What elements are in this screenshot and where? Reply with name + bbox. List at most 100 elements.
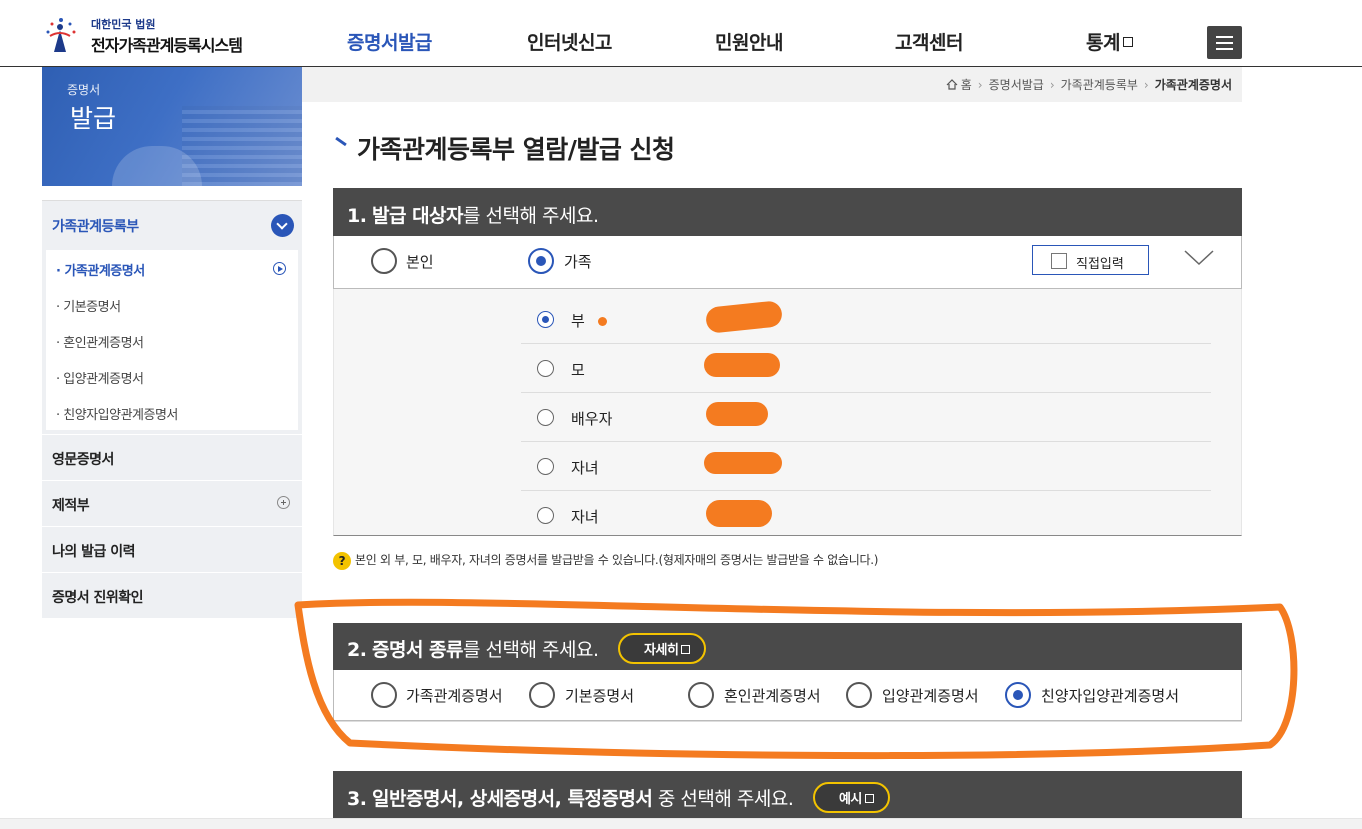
sidebar-nav: 가족관계등록부 · 가족관계증명서 · 기본증명서 · 혼인관계증명서 · 입양… xyxy=(42,200,302,618)
family-label: 배우자 xyxy=(571,410,613,428)
sidebar-item-basic-cert[interactable]: · 기본증명서 xyxy=(46,286,298,322)
radio-family-label: 가족 xyxy=(564,253,592,271)
sidebar-item-label: 증명서 진위확인 xyxy=(52,590,144,606)
family-row[interactable]: 자녀 xyxy=(521,442,1211,491)
breadcrumb-bar: 홈 › 증명서발급 › 가족관계등록부 › 가족관계증명서 xyxy=(302,67,1242,102)
sidebar-item-label: 영문증명서 xyxy=(52,452,114,468)
section3-number: 3. xyxy=(347,788,367,810)
chevron-down-icon[interactable] xyxy=(1184,250,1214,266)
breadcrumb-item[interactable]: 증명서발급 xyxy=(989,78,1044,92)
home-icon xyxy=(946,79,958,90)
logo-title: 전자가족관계등록시스템 xyxy=(91,36,243,55)
section2-rest: 를 선택해 주세요. xyxy=(463,639,599,661)
section1-number: 1. xyxy=(347,205,367,227)
external-link-icon xyxy=(681,645,691,654)
plus-circle-icon[interactable] xyxy=(277,496,290,509)
sidebar-item-label: · 입양관계증명서 xyxy=(56,372,144,387)
nav-internet-report[interactable]: 인터넷신고 xyxy=(527,28,612,55)
radio-self-label: 본인 xyxy=(406,253,434,271)
family-row[interactable]: 자녀 xyxy=(521,491,1211,540)
redaction-mark xyxy=(706,500,772,527)
radio-family-relation-cert[interactable] xyxy=(371,682,397,708)
breadcrumb-home[interactable]: 홈 xyxy=(961,78,972,92)
external-link-icon xyxy=(1122,36,1133,47)
sidebar-item-label: · 친양자입양관계증명서 xyxy=(56,408,178,423)
direct-input-checkbox[interactable] xyxy=(1051,253,1067,269)
radio-child-2[interactable] xyxy=(537,507,554,524)
sidebar-item-label: · 가족관계증명서 xyxy=(56,264,145,279)
section1-header: 1. 발급 대상자를 선택해 주세요. xyxy=(333,188,1242,236)
radio-full-adoption-cert[interactable] xyxy=(1005,682,1031,708)
radio-marriage-cert[interactable] xyxy=(688,682,714,708)
radio-spouse[interactable] xyxy=(537,409,554,426)
detail-button-label: 자세히 xyxy=(644,643,679,658)
example-button-label: 예시 xyxy=(838,792,862,807)
page-title: 가족관계등록부 열람/발급 신청 xyxy=(357,135,675,164)
direct-input-button[interactable]: 직접입력 xyxy=(1032,245,1149,275)
chevron-down-icon[interactable] xyxy=(271,214,294,237)
cert-option-label: 입양관계증명서 xyxy=(882,687,979,705)
banner-big-text: 발급 xyxy=(70,104,117,133)
sidebar-item-family-relation-cert[interactable]: · 가족관계증명서 xyxy=(46,250,298,286)
redaction-mark xyxy=(704,452,782,474)
hamburger-menu-button[interactable] xyxy=(1207,26,1242,59)
help-text: 본인 외 부, 모, 배우자, 자녀의 증명서를 발급받을 수 있습니다.(형제… xyxy=(355,553,879,567)
example-button[interactable]: 예시 xyxy=(812,782,890,813)
breadcrumb-current: 가족관계증명서 xyxy=(1154,78,1232,92)
radio-father[interactable] xyxy=(537,311,554,328)
redaction-mark xyxy=(706,402,768,426)
cert-option-label: 친양자입양관계증명서 xyxy=(1041,687,1180,705)
sidebar-item-label: 나의 발급 이력 xyxy=(52,544,136,560)
redaction-mark xyxy=(598,317,607,326)
direct-input-label: 직접입력 xyxy=(1076,257,1124,272)
radio-mother[interactable] xyxy=(537,360,554,377)
sidebar-item-verify-cert[interactable]: 증명서 진위확인 xyxy=(42,572,302,618)
radio-basic-cert[interactable] xyxy=(529,682,555,708)
breadcrumb-separator: › xyxy=(1143,78,1149,92)
external-link-icon xyxy=(864,794,874,803)
breadcrumb-item[interactable]: 가족관계등록부 xyxy=(1061,78,1138,92)
cert-option-label: 기본증명서 xyxy=(565,687,635,705)
family-row[interactable]: 부 xyxy=(521,295,1211,344)
sidebar-item-adoption-cert[interactable]: · 입양관계증명서 xyxy=(46,358,298,394)
sidebar-item-marriage-cert[interactable]: · 혼인관계증명서 xyxy=(46,322,298,358)
section1-rest: 를 선택해 주세요. xyxy=(463,205,599,227)
family-label: 부 xyxy=(571,312,585,330)
section2-header: 2. 증명서 종류를 선택해 주세요. 자세히 xyxy=(333,623,1242,670)
sidebar-item-english-cert[interactable]: 영문증명서 xyxy=(42,434,302,480)
family-row[interactable]: 배우자 xyxy=(521,393,1211,442)
title-accent-mark xyxy=(335,136,347,147)
section2-number: 2. xyxy=(347,639,367,661)
sidebar-item-issue-history[interactable]: 나의 발급 이력 xyxy=(42,526,302,572)
hamburger-line xyxy=(1216,42,1233,44)
nav-civil-guide[interactable]: 민원안내 xyxy=(715,28,783,55)
family-label: 자녀 xyxy=(571,508,599,526)
nav-statistics[interactable]: 통계 xyxy=(1086,28,1133,55)
bottom-scroll-strip xyxy=(0,818,1362,829)
radio-adoption-cert[interactable] xyxy=(846,682,872,708)
section1-target-options: 본인 가족 직접입력 xyxy=(333,236,1242,289)
radio-family[interactable] xyxy=(528,248,554,274)
breadcrumb-separator: › xyxy=(1049,78,1055,92)
sidebar-section-family-register[interactable]: 가족관계등록부 xyxy=(42,200,302,250)
help-note: ? 본인 외 부, 모, 배우자, 자녀의 증명서를 발급받을 수 있습니다.(형… xyxy=(333,551,878,570)
detail-button[interactable]: 자세히 xyxy=(618,633,707,664)
section3-rest: 중 선택해 주세요. xyxy=(652,788,794,810)
nav-customer-center[interactable]: 고객센터 xyxy=(895,28,963,55)
redaction-mark xyxy=(704,353,780,377)
sidebar-item-removed-register[interactable]: 제적부 xyxy=(42,480,302,526)
sidebar-item-label: 제적부 xyxy=(52,498,90,514)
site-logo[interactable]: 대한민국 법원 전자가족관계등록시스템 xyxy=(42,12,272,56)
section1-bold: 발급 대상자 xyxy=(372,205,464,227)
family-row[interactable]: 모 xyxy=(521,344,1211,393)
logo-subtitle: 대한민국 법원 xyxy=(91,18,156,31)
radio-self[interactable] xyxy=(371,248,397,274)
court-emblem-icon xyxy=(46,18,76,52)
sidebar-submenu: · 가족관계증명서 · 기본증명서 · 혼인관계증명서 · 입양관계증명서 · … xyxy=(42,250,302,434)
family-member-list: 부 모 배우자 자녀 자녀 xyxy=(333,289,1242,536)
sidebar-section-title: 가족관계등록부 xyxy=(52,219,139,235)
sidebar-item-full-adoption-cert[interactable]: · 친양자입양관계증명서 xyxy=(46,394,298,430)
nav-certificate-issue[interactable]: 증명서발급 xyxy=(347,28,432,55)
radio-child-1[interactable] xyxy=(537,458,554,475)
sidebar-item-label: · 기본증명서 xyxy=(56,300,121,315)
